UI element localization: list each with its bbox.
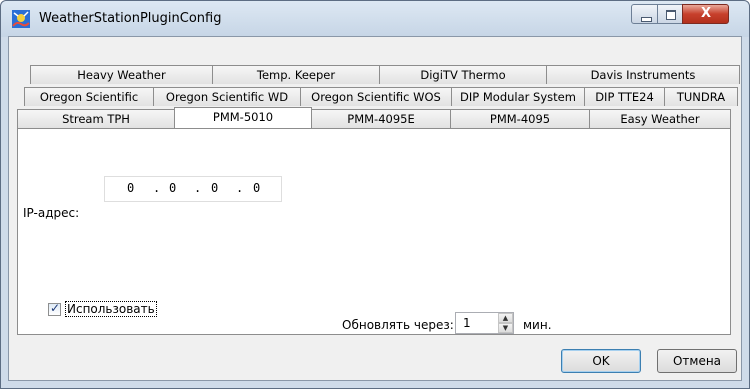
minimize-button[interactable] [631,4,658,24]
tab-dip-tte24[interactable]: DIP TTE24 [584,87,665,106]
checkmark-icon: ✓ [50,301,61,315]
tab-stream-tph[interactable]: Stream TPH [17,109,175,128]
tab-heavy-weather[interactable]: Heavy Weather [30,65,213,84]
refresh-interval-label: Обновлять через: [342,318,454,332]
tab-oregon-scientific[interactable]: Oregon Scientific [24,87,154,106]
use-checkbox[interactable]: ✓ [48,301,61,316]
cancel-button[interactable]: Отмена [657,349,737,373]
ip-octet-4[interactable]: 0 [253,181,260,195]
tab-dip-modular-system[interactable]: DIP Modular System [451,87,585,106]
tab-easy-weather[interactable]: Easy Weather [589,109,731,128]
tab-oregon-scientific-wos[interactable]: Oregon Scientific WOS [300,87,452,106]
ip-dot: . [194,181,202,195]
ip-dot: . [153,181,161,195]
tab-davis-instruments[interactable]: Davis Instruments [546,65,740,84]
ok-button[interactable]: OK [561,349,641,373]
close-button[interactable]: X [682,4,729,24]
maximize-button[interactable] [657,4,683,24]
tab-pmm-5010[interactable]: PMM-5010 [174,107,312,128]
ip-address-input[interactable]: 0 . 0 . 0 . 0 [104,176,282,202]
weather-station-icon [12,10,30,28]
tab-pmm-4095[interactable]: PMM-4095 [450,109,590,128]
tab-pmm-4095e[interactable]: PMM-4095E [311,109,451,128]
refresh-interval-stepper[interactable]: 1 ▲ ▼ [455,312,514,334]
ip-address-label: IP-адрес: [23,206,80,220]
arrow-up-icon: ▲ [502,314,509,322]
use-checkbox-label[interactable]: Использовать [65,301,157,317]
stepper-buttons: ▲ ▼ [498,313,513,333]
refresh-interval-value[interactable]: 1 [463,316,471,330]
maximize-icon [666,10,676,20]
tab-tundra[interactable]: TUNDRA [664,87,738,106]
window-title: WeatherStationPluginConfig [39,11,222,26]
stepper-down-button[interactable]: ▼ [498,323,513,333]
minimize-icon [641,17,652,22]
tab-oregon-scientific-wd[interactable]: Oregon Scientific WD [153,87,301,106]
refresh-unit-label: мин. [523,318,552,332]
title-bar[interactable]: WeatherStationPluginConfig X [1,1,749,37]
ip-dot: . [236,181,244,195]
tab-temp-keeper[interactable]: Temp. Keeper [212,65,380,84]
stepper-up-button[interactable]: ▲ [498,313,513,323]
ip-octet-3[interactable]: 0 [211,181,218,195]
tab-digitv-thermo[interactable]: DigiTV Thermo [379,65,547,84]
arrow-down-icon: ▼ [502,324,509,332]
ip-octet-1[interactable]: 0 [127,181,134,195]
close-icon: X [701,6,712,21]
ip-octet-2[interactable]: 0 [169,181,176,195]
